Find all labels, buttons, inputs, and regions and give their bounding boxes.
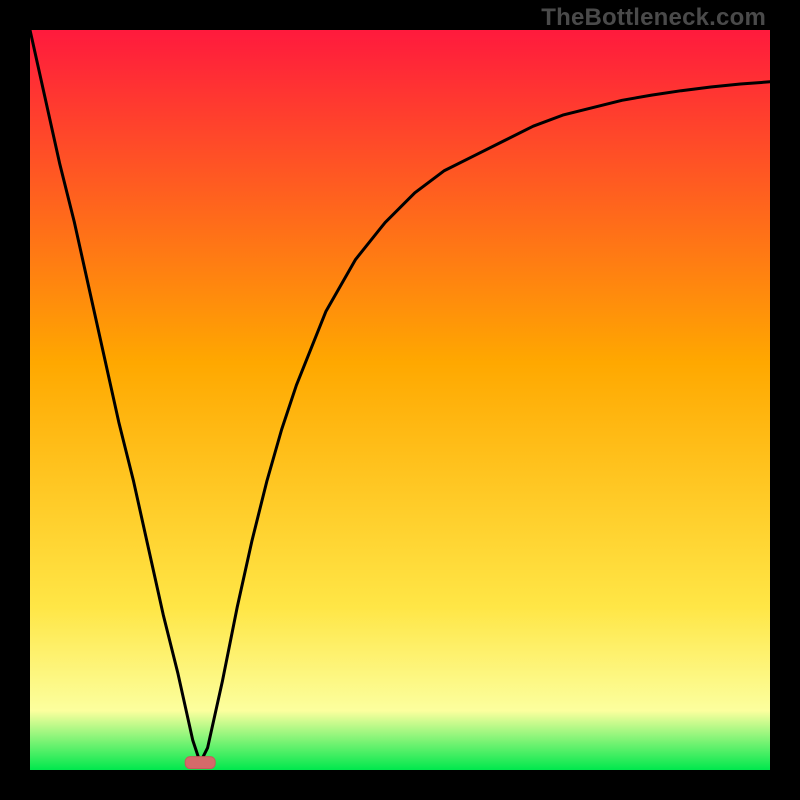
chart-frame: TheBottleneck.com — [0, 0, 800, 800]
optimal-marker — [185, 757, 215, 769]
plot-area — [30, 30, 770, 770]
gradient-background — [30, 30, 770, 770]
watermark-text: TheBottleneck.com — [541, 4, 766, 32]
chart-svg — [30, 30, 770, 770]
